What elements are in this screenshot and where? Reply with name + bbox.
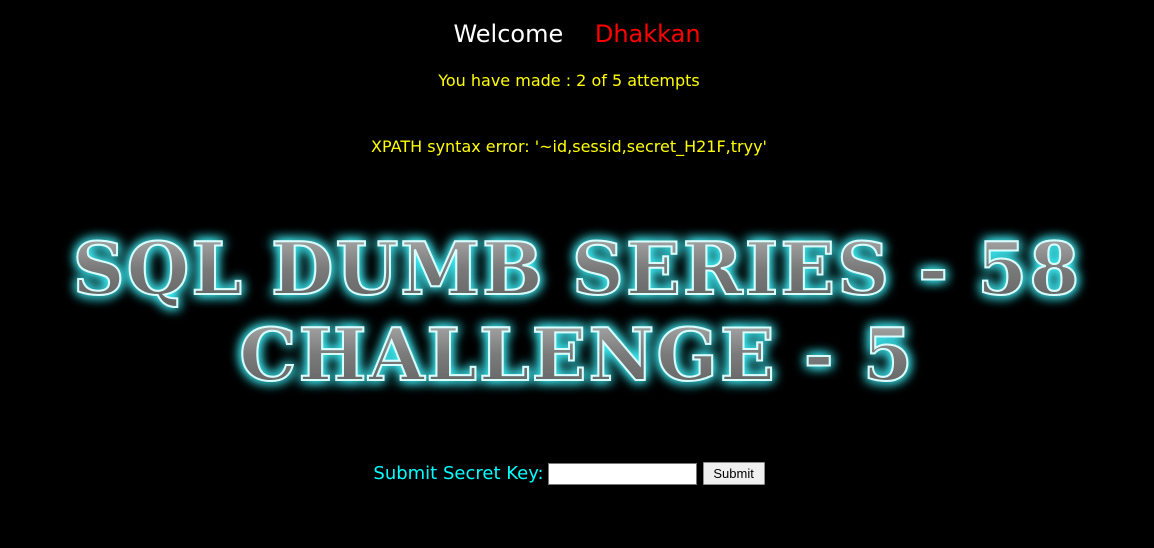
welcome-banner: Welcome Dhakkan — [0, 18, 1154, 50]
submit-button[interactable]: Submit — [702, 462, 765, 485]
secret-key-label: Submit Secret Key: — [373, 463, 544, 484]
attempts-message: You have made : 2 of 5 attempts — [438, 71, 700, 90]
xpath-error-message: XPATH syntax error: '~id,sessid,secret_H… — [371, 137, 767, 156]
secret-key-input[interactable] — [547, 462, 697, 485]
user-name: Dhakkan — [594, 20, 701, 48]
challenge-title-image: SQL DUMB SERIES - 58 CHALLENGE - 5 — [20, 222, 1134, 402]
welcome-label: Welcome — [453, 20, 564, 48]
secret-key-form: Submit Secret Key: Submit — [0, 462, 1138, 485]
banner-line-1: SQL DUMB SERIES - 58 — [73, 226, 1082, 311]
banner-line-2: CHALLENGE - 5 — [239, 312, 915, 397]
